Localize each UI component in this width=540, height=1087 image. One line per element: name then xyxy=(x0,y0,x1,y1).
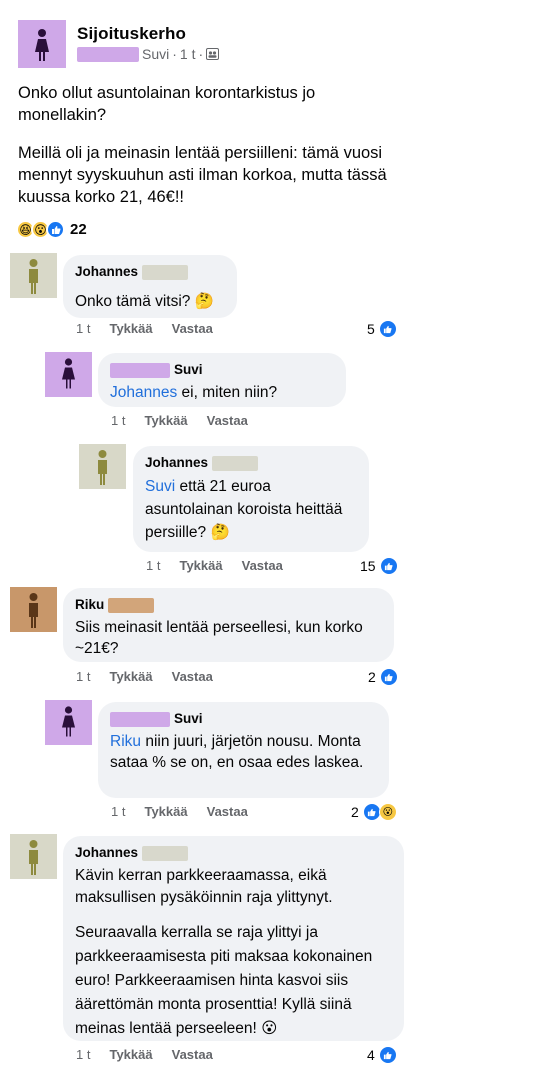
comment-actions: 1 t Tykkää Vastaa xyxy=(76,669,213,684)
person-female-icon xyxy=(35,29,49,61)
comment-text-paragraph: Seuraavalla kerralla se raja ylittyi ja … xyxy=(75,924,373,1037)
post-reactions[interactable]: 😆 😮 22 xyxy=(16,220,87,239)
commenter-avatar[interactable] xyxy=(10,587,57,632)
post-time[interactable]: 1 t xyxy=(180,46,196,62)
like-icon xyxy=(379,668,398,686)
reply-button[interactable]: Vastaa xyxy=(207,413,248,428)
comment-time[interactable]: 1 t xyxy=(146,558,160,573)
group-privacy-icon xyxy=(206,48,220,60)
comment-text: Suvi että 21 euroa asuntolainan koroista… xyxy=(145,478,343,541)
like-icon xyxy=(379,557,398,575)
commenter-avatar[interactable] xyxy=(10,253,57,298)
reply-button[interactable]: Vastaa xyxy=(172,669,213,684)
comment-like-count[interactable]: 4 xyxy=(367,1046,397,1064)
commenter-avatar[interactable] xyxy=(45,352,92,397)
comment-time[interactable]: 1 t xyxy=(76,1047,90,1062)
comment-bubble[interactable]: Suvi Johannes ei, miten niin? xyxy=(98,353,346,407)
comment-time[interactable]: 1 t xyxy=(111,804,125,819)
reaction-count: 22 xyxy=(70,221,87,238)
post-title-text: Onko ollut asuntolainan korontarkistus j… xyxy=(18,84,316,124)
person-male-icon xyxy=(29,840,38,875)
comment-bubble[interactable]: Johannes Onko tämä vitsi? 🤔 xyxy=(63,255,237,318)
comment-time[interactable]: 1 t xyxy=(111,413,125,428)
comment-actions: 1 t Tykkää Vastaa xyxy=(146,558,283,573)
like-button[interactable]: Tykkää xyxy=(109,1047,152,1062)
comment-bubble[interactable]: Riku Siis meinasit lentää perseellesi, k… xyxy=(63,588,394,662)
comment-text: Johannes ei, miten niin? xyxy=(110,384,278,401)
like-button[interactable]: Tykkää xyxy=(109,321,152,336)
comment-author[interactable]: Johannes xyxy=(75,844,138,862)
redacted-surname xyxy=(110,362,170,378)
comment-text: Onko tämä vitsi? 🤔 xyxy=(75,293,215,310)
comment-like-count[interactable]: 2 😮 xyxy=(351,803,397,821)
comment-like-count[interactable]: 15 xyxy=(360,557,398,575)
commenter-avatar[interactable] xyxy=(10,834,57,879)
comment-bubble[interactable]: Johannes Suvi että 21 euroa asuntolainan… xyxy=(133,446,369,552)
comment-actions: 1 t Tykkää Vastaa xyxy=(76,1047,213,1062)
post-meta: Suvi · 1 t · xyxy=(77,46,220,62)
like-button[interactable]: Tykkää xyxy=(109,669,152,684)
wow-reaction-icon: 😮 xyxy=(378,803,397,821)
comment-text: Kävin kerran parkkeeraamassa, eikä maksu… xyxy=(75,867,333,906)
redacted-surname xyxy=(77,46,139,62)
comment-author[interactable]: Suvi xyxy=(174,710,203,728)
mention-link[interactable]: Riku xyxy=(110,733,141,750)
comment-author[interactable]: Johannes xyxy=(145,454,208,472)
comment-actions: 1 t Tykkää Vastaa xyxy=(76,321,213,336)
person-female-icon xyxy=(62,358,75,389)
person-male-icon xyxy=(29,593,38,628)
redacted-surname xyxy=(108,597,155,613)
comment-author[interactable]: Johannes xyxy=(75,263,138,281)
commenter-avatar[interactable] xyxy=(45,700,92,745)
person-male-icon xyxy=(29,259,38,294)
comment-time[interactable]: 1 t xyxy=(76,321,90,336)
reply-button[interactable]: Vastaa xyxy=(172,321,213,336)
comment-time[interactable]: 1 t xyxy=(76,669,90,684)
mention-link[interactable]: Suvi xyxy=(145,478,175,495)
like-icon xyxy=(378,320,397,338)
person-female-icon xyxy=(62,706,75,737)
comment-actions: 1 t Tykkää Vastaa xyxy=(111,413,248,428)
mention-link[interactable]: Johannes xyxy=(110,384,177,401)
like-button[interactable]: Tykkää xyxy=(144,804,187,819)
post-body-text: Meillä oli ja meinasin lentää persiillen… xyxy=(18,144,387,206)
like-button[interactable]: Tykkää xyxy=(144,413,187,428)
comment-bubble[interactable]: Suvi Riku niin juuri, järjetön nousu. Mo… xyxy=(98,702,389,798)
comment-text: Riku niin juuri, järjetön nousu. Monta s… xyxy=(110,733,364,771)
comment-author[interactable]: Suvi xyxy=(174,361,203,379)
group-name[interactable]: Sijoituskerho xyxy=(77,24,186,44)
reply-button[interactable]: Vastaa xyxy=(207,804,248,819)
redacted-surname xyxy=(142,264,189,280)
post-author[interactable]: Suvi xyxy=(142,46,169,62)
redacted-surname xyxy=(142,845,189,861)
reply-button[interactable]: Vastaa xyxy=(242,558,283,573)
redacted-surname xyxy=(212,455,259,471)
comment-like-count[interactable]: 2 xyxy=(368,668,398,686)
comment-like-count[interactable]: 5 xyxy=(367,320,397,338)
reply-button[interactable]: Vastaa xyxy=(172,1047,213,1062)
comment-bubble[interactable]: Johannes Kävin kerran parkkeeraamassa, e… xyxy=(63,836,404,1041)
comment-author[interactable]: Riku xyxy=(75,596,104,614)
comment-text: Siis meinasit lentää perseellesi, kun ko… xyxy=(75,619,363,657)
redacted-surname xyxy=(110,711,170,727)
comment-actions: 1 t Tykkää Vastaa xyxy=(111,804,248,819)
commenter-avatar[interactable] xyxy=(79,444,126,489)
person-male-icon xyxy=(98,450,107,485)
group-avatar[interactable] xyxy=(18,20,66,68)
like-icon xyxy=(378,1046,397,1064)
like-button[interactable]: Tykkää xyxy=(179,558,222,573)
like-reaction-icon xyxy=(46,220,65,239)
